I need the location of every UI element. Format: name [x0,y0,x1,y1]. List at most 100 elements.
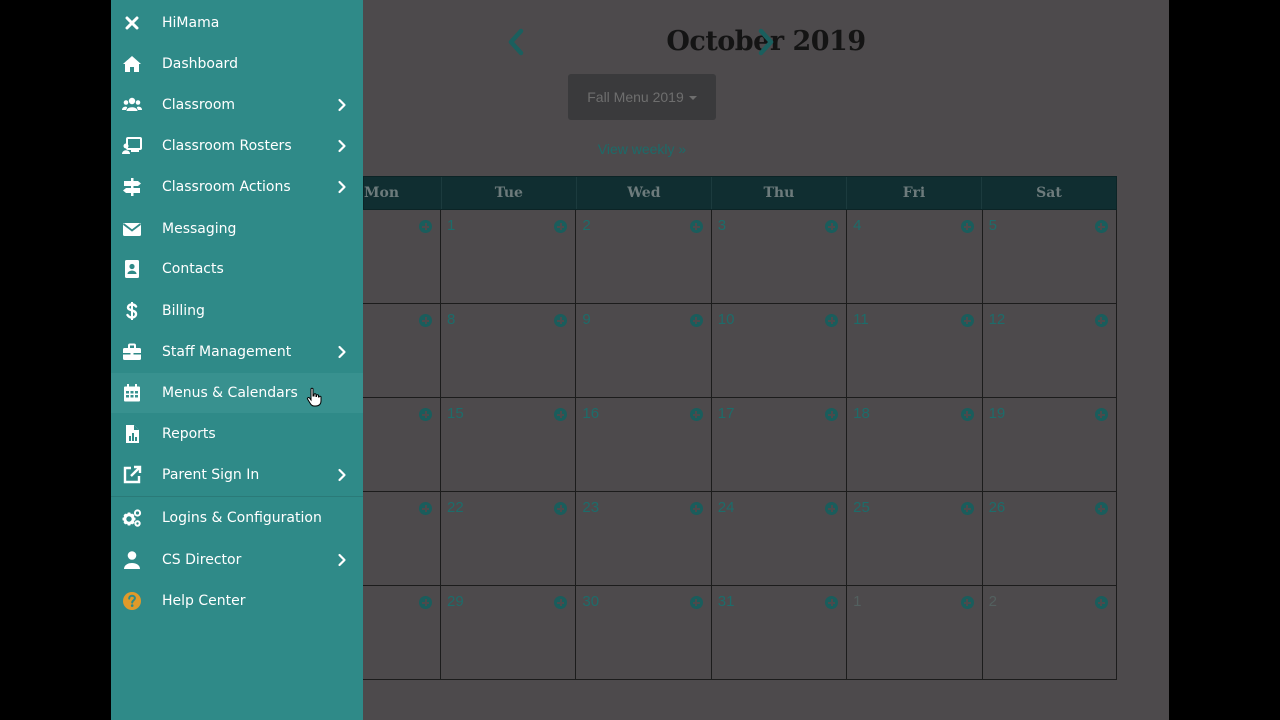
briefcase-icon [121,341,143,363]
view-weekly-link[interactable]: View weekly » [363,141,921,157]
add-item-icon[interactable] [1094,596,1108,609]
chevron-right-icon [758,28,774,56]
day-number: 8 [447,311,456,328]
add-item-icon[interactable] [554,408,568,421]
sidebar-item-billing[interactable]: Billing [111,291,363,331]
calendar-day-cell[interactable]: 19 [981,398,1117,491]
calendar-day-cell[interactable]: 10 [710,304,846,397]
sidebar-item-logins-and-configuration[interactable]: Logins & Configuration [111,498,363,538]
add-item-icon[interactable] [960,408,974,421]
add-item-icon[interactable] [419,502,432,515]
calendar-body: 1 2 3 4 5 8 9 10 11 12 15 16 17 18 19 22 23 24 25 26 29 30 31 1… [363,210,1117,680]
calendar-day-cell[interactable]: 1 [440,210,575,303]
calendar-day-cell[interactable] [363,210,440,303]
calendar-day-cell[interactable]: 26 [981,492,1117,585]
add-item-icon[interactable] [960,314,974,327]
calendar-day-cell[interactable]: 31 [710,586,846,679]
calendar-day-cell[interactable]: 2 [575,210,710,303]
sidebar-item-classroom[interactable]: Classroom [111,85,363,125]
calendar-day-cell[interactable]: 12 [981,304,1117,397]
day-number: 31 [717,593,735,610]
add-item-icon[interactable] [419,314,432,327]
calendar-day-cell[interactable]: 11 [846,304,981,397]
add-item-icon[interactable] [689,220,703,233]
calendar-day-cell[interactable]: 25 [846,492,981,585]
calendar-day-cell[interactable] [363,398,440,491]
sidebar-item-classroom-rosters[interactable]: Classroom Rosters [111,126,363,166]
sidebar-divider [111,496,363,497]
add-item-icon[interactable] [419,596,432,609]
add-item-icon[interactable] [1094,408,1108,421]
calendar-day-cell[interactable]: 8 [440,304,575,397]
add-item-icon[interactable] [1094,314,1108,327]
calendar-day-cell[interactable]: 29 [440,586,575,679]
calendar-day-cell[interactable]: 3 [710,210,846,303]
day-number: 1 [447,217,456,234]
sidebar-close-item[interactable]: HiMama [111,3,363,43]
calendar-day-cell[interactable]: 17 [710,398,846,491]
add-item-icon[interactable] [960,596,974,609]
calendar-day-cell[interactable]: 4 [846,210,981,303]
calendar-day-cell[interactable] [363,304,440,397]
add-item-icon[interactable] [1094,220,1108,233]
add-item-icon[interactable] [825,314,839,327]
add-item-icon[interactable] [689,502,703,515]
help-icon [121,590,143,612]
previous-month-button[interactable] [505,28,527,56]
add-item-icon[interactable] [825,502,839,515]
day-number: 1 [853,593,862,610]
menu-select-dropdown[interactable]: Fall Menu 2019 [568,74,716,120]
calendar-day-cell[interactable]: 9 [575,304,710,397]
sidebar-item-menus-and-calendars[interactable]: Menus & Calendars [111,373,363,413]
sidebar-item-cs-director[interactable]: CS Director [111,540,363,580]
calendar-day-cell[interactable]: 2 [981,586,1117,679]
calendar-day-cell[interactable]: 23 [575,492,710,585]
sidebar-item-messaging[interactable]: Messaging [111,209,363,249]
add-item-icon[interactable] [419,408,432,421]
add-item-icon[interactable] [825,408,839,421]
calendar-day-cell[interactable]: 30 [575,586,710,679]
add-item-icon[interactable] [554,596,568,609]
day-number: 2 [988,593,997,610]
add-item-icon[interactable] [554,502,568,515]
sidebar-item-label: Billing [162,303,205,319]
calendar-day-cell[interactable]: 22 [440,492,575,585]
sidebar-item-classroom-actions[interactable]: Classroom Actions [111,167,363,207]
add-item-icon[interactable] [1094,502,1108,515]
sidebar-item-parent-sign-in[interactable]: Parent Sign In [111,455,363,495]
add-item-icon[interactable] [419,220,432,233]
sidebar-item-dashboard[interactable]: Dashboard [111,44,363,84]
sidebar-item-reports[interactable]: Reports [111,414,363,454]
sidebar-item-label: Menus & Calendars [162,385,298,401]
calendar-week-row: 8 9 10 11 12 [363,304,1117,398]
close-icon[interactable] [121,12,143,34]
add-item-icon[interactable] [689,314,703,327]
calendar-day-cell[interactable]: 15 [440,398,575,491]
calendar-day-cell[interactable]: 18 [846,398,981,491]
calendar-day-cell[interactable]: 16 [575,398,710,491]
add-item-icon[interactable] [960,220,974,233]
sidebar-item-staff-management[interactable]: Staff Management [111,332,363,372]
add-item-icon[interactable] [960,502,974,515]
add-item-icon[interactable] [554,314,568,327]
day-number: 30 [582,593,600,610]
add-item-icon[interactable] [689,596,703,609]
report-icon [121,423,143,445]
sidebar-item-help-center[interactable]: Help Center [111,581,363,621]
next-month-button[interactable] [755,28,777,56]
add-item-icon[interactable] [554,220,568,233]
calendar-day-cell[interactable] [363,586,440,679]
sidebar-item-contacts[interactable]: Contacts [111,249,363,289]
day-number: 22 [447,499,464,516]
calendar-day-cell[interactable] [363,492,440,585]
add-item-icon[interactable] [825,596,839,609]
add-item-icon[interactable] [689,408,703,421]
calendar-day-cell[interactable]: 1 [846,586,981,679]
calendar-day-cell[interactable]: 5 [981,210,1117,303]
chevron-right-icon [337,468,347,482]
chevron-right-icon [337,98,347,112]
add-item-icon[interactable] [825,220,839,233]
sidebar-item-label: Help Center [162,593,246,609]
calendar-day-cell[interactable]: 24 [710,492,846,585]
day-number: 4 [853,217,862,234]
